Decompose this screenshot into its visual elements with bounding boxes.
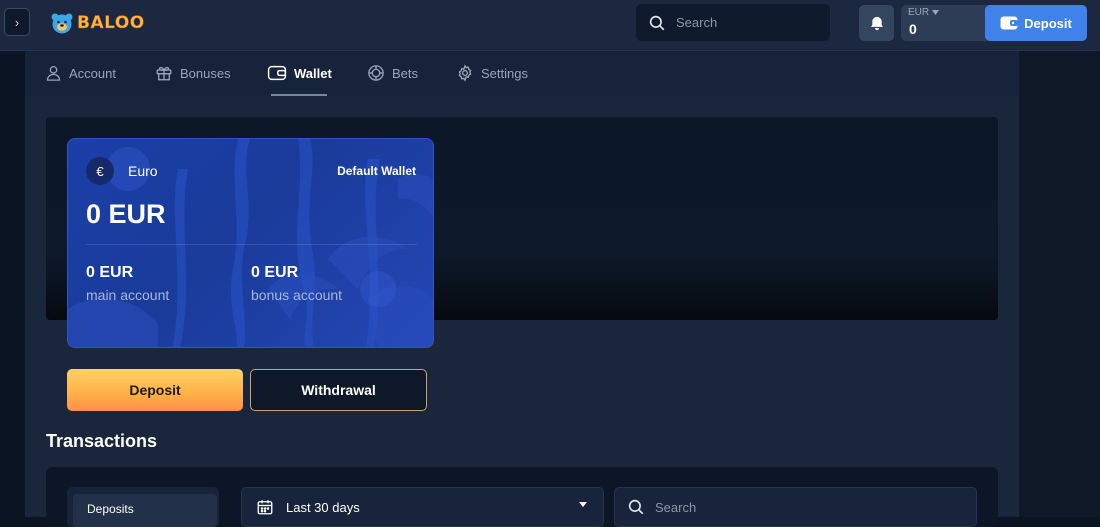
header-search-input[interactable] [676, 15, 816, 30]
tab-account[interactable]: Account [45, 61, 116, 85]
notifications-button[interactable] [859, 5, 894, 41]
main-account-label: main account [86, 287, 170, 303]
tab-bonuses[interactable]: Bonuses [155, 61, 231, 85]
chip-icon [368, 65, 384, 81]
period-select-value: Last 30 days [286, 499, 360, 515]
euro-currency-icon: € [86, 157, 114, 185]
search-icon [649, 15, 665, 30]
header-deposit-label: Deposit [1024, 15, 1072, 31]
wallet-icon [267, 65, 287, 81]
calendar-icon [257, 500, 273, 515]
brand-name: BALOO [77, 13, 145, 33]
transactions-title: Transactions [46, 431, 158, 451]
search-icon [628, 499, 644, 515]
bonus-account-value: 0 EUR [251, 264, 299, 281]
wallet-total-balance: 0 EUR [86, 199, 166, 229]
header-deposit-button[interactable]: Deposit [985, 5, 1087, 41]
chevron-right-icon: › [14, 14, 20, 30]
sidebar-toggle-button[interactable]: › [4, 8, 30, 36]
balance-value: 0 [909, 21, 917, 37]
caret-down-icon [579, 502, 587, 507]
main-account-value: 0 EUR [86, 264, 134, 281]
default-wallet-badge: Default Wallet [337, 164, 416, 178]
wallet-card[interactable]: € Euro Default Wallet 0 EUR 0 EUR main a… [67, 138, 434, 348]
bear-icon [51, 13, 73, 34]
transactions-search-input[interactable] [655, 499, 955, 515]
transactions-panel: Deposits Last 30 days [46, 467, 998, 527]
caret-down-icon [932, 10, 940, 15]
profile-tabs: Account Bonuses Wallet Bets Settings [25, 51, 1019, 96]
tab-label: Account [69, 65, 116, 81]
transaction-type-deposits[interactable]: Deposits [73, 494, 217, 527]
transactions-search[interactable] [614, 487, 977, 527]
currency-code: EUR [908, 7, 930, 18]
period-select[interactable]: Last 30 days [241, 487, 604, 527]
tab-label: Settings [481, 65, 528, 81]
bonus-account-label: bonus account [251, 287, 343, 303]
gear-icon [458, 64, 472, 82]
tab-wallet[interactable]: Wallet [267, 61, 332, 85]
tab-settings[interactable]: Settings [456, 61, 528, 85]
bell-icon [870, 16, 883, 30]
top-bar: › BALOO EUR 0 [0, 0, 1100, 51]
tab-bets[interactable]: Bets [367, 61, 418, 85]
tab-label: Bonuses [180, 65, 231, 81]
wallet-icon [1000, 16, 1019, 30]
deposit-button[interactable]: Deposit [67, 369, 243, 411]
card-divider [86, 244, 417, 245]
gift-icon [156, 66, 172, 81]
tab-label: Bets [392, 65, 419, 81]
withdrawal-button[interactable]: Withdrawal [250, 369, 427, 411]
wallet-currency-name: Euro [128, 163, 158, 179]
balance-widget: EUR 0 Deposit [901, 5, 1087, 41]
transaction-type-switch: Deposits [67, 487, 219, 527]
wallet-page: € Euro Default Wallet 0 EUR 0 EUR main a… [25, 96, 1019, 527]
tab-label: Wallet [294, 65, 332, 81]
currency-select[interactable]: EUR [908, 7, 940, 18]
right-gutter [1019, 51, 1100, 517]
header-search[interactable] [636, 4, 830, 41]
brand-logo[interactable]: BALOO [50, 10, 145, 36]
user-icon [46, 65, 61, 81]
